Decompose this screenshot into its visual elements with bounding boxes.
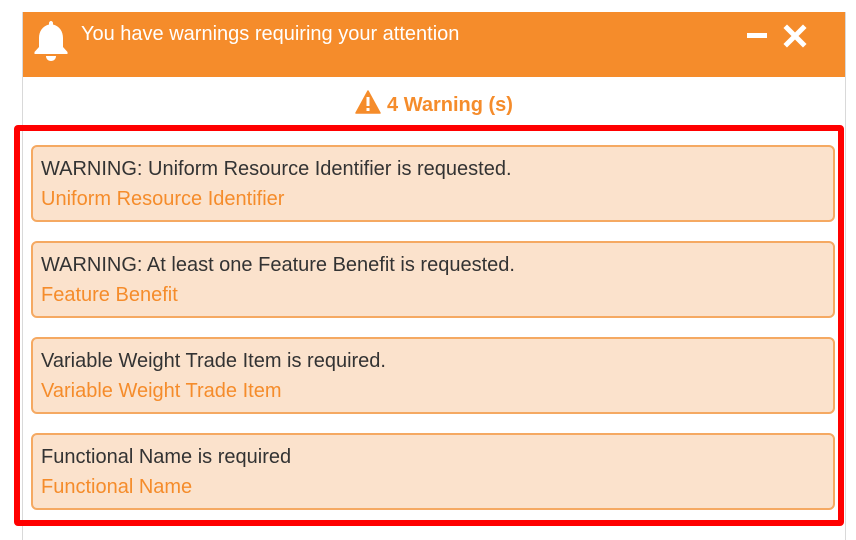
bell-icon (31, 18, 71, 62)
warning-field-link[interactable]: Variable Weight Trade Item (41, 378, 282, 404)
warning-count-label: 4 Warning (s) (387, 94, 513, 116)
warning-item: Functional Name is required Functional N… (31, 433, 835, 510)
warning-item: Variable Weight Trade Item is required. … (31, 337, 835, 414)
warning-field-link[interactable]: Feature Benefit (41, 282, 178, 308)
warning-message: Functional Name is required (41, 446, 292, 468)
dialog-title: You have warnings requiring your attenti… (81, 23, 460, 45)
warning-item: WARNING: Uniform Resource Identifier is … (31, 145, 835, 222)
warning-message: WARNING: At least one Feature Benefit is… (41, 254, 515, 276)
close-icon[interactable] (781, 22, 809, 50)
page: You have warnings requiring your attenti… (0, 0, 856, 540)
warning-message: WARNING: Uniform Resource Identifier is … (41, 158, 512, 180)
dialog-titlebar: You have warnings requiring your attenti… (23, 12, 845, 77)
minimize-icon[interactable] (745, 24, 771, 48)
warning-triangle-icon (355, 90, 381, 114)
warning-item: WARNING: At least one Feature Benefit is… (31, 241, 835, 318)
warning-field-link[interactable]: Functional Name (41, 474, 192, 500)
warning-field-link[interactable]: Uniform Resource Identifier (41, 186, 284, 212)
warning-message: Variable Weight Trade Item is required. (41, 350, 386, 372)
warning-summary: 4 Warning (s) (23, 90, 845, 119)
